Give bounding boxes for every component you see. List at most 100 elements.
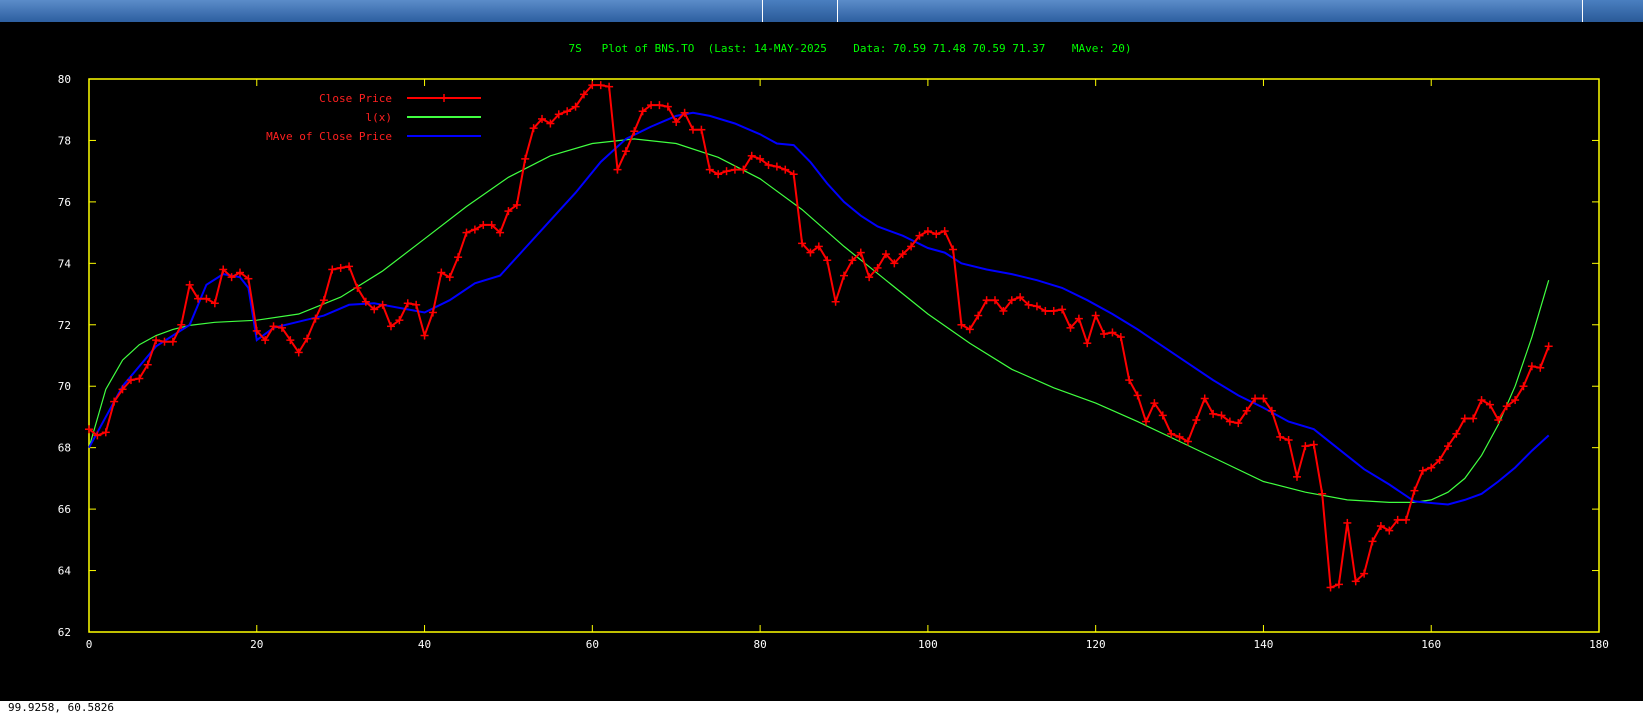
close-price-point: [168, 337, 177, 346]
line-chart: 7S Plot of BNS.TO (Last: 14-MAY-2025 Dat…: [58, 42, 1609, 651]
close-price-point: [1368, 537, 1377, 546]
close-price-point: [454, 253, 463, 262]
y-tick-label: 68: [58, 442, 71, 455]
series-layer: [85, 81, 1553, 592]
close-price-point: [613, 165, 622, 174]
titlebar-segment-main: [0, 0, 762, 22]
close-price-point: [1091, 311, 1100, 320]
x-tick-label: 180: [1589, 638, 1609, 651]
close-price-point: [596, 81, 605, 90]
close-price-point: [932, 230, 941, 239]
close-price-point: [1326, 583, 1335, 592]
close-price-point: [923, 227, 932, 236]
close-price-point: [1536, 363, 1545, 372]
close-price-point: [462, 228, 471, 237]
close-price-point: [1049, 306, 1058, 315]
close-price-point: [1100, 329, 1109, 338]
y-tick-label: 76: [58, 196, 71, 209]
close-price-point: [1200, 394, 1209, 403]
close-price-point: [345, 262, 354, 271]
close-price-point: [1334, 580, 1343, 589]
close-price-point: [1108, 328, 1117, 337]
close-price-point: [437, 268, 446, 277]
plot-canvas[interactable]: 7S Plot of BNS.TO (Last: 14-MAY-2025 Dat…: [0, 22, 1643, 701]
cursor-coordinate-readout: 99.9258, 60.5826: [8, 701, 114, 714]
close-price-point: [789, 170, 798, 179]
titlebar-segment-end[interactable]: [1583, 0, 1643, 22]
close-price-point: [1309, 440, 1318, 449]
series-line-l-x: [88, 138, 1550, 503]
close-price-point: [840, 271, 848, 280]
close-price-point: [982, 296, 991, 305]
close-price-point: [621, 147, 630, 156]
plot-frame: [88, 78, 1600, 633]
close-price-point: [949, 245, 958, 254]
close-price-point: [1343, 518, 1352, 527]
close-price-point: [663, 102, 672, 111]
x-tick-label: 20: [250, 638, 263, 651]
close-price-point: [705, 165, 714, 174]
close-price-point: [1527, 362, 1536, 371]
y-tick-label: 70: [58, 380, 71, 393]
close-price-point: [689, 125, 697, 134]
y-tick-label: 78: [58, 134, 71, 147]
close-price-point: [563, 107, 572, 116]
close-price-point: [1125, 376, 1134, 385]
close-price-point: [311, 314, 320, 323]
close-price-point: [470, 225, 479, 234]
x-tick-label: 40: [418, 638, 431, 651]
close-price-point: [412, 300, 421, 309]
close-price-point: [1276, 432, 1285, 441]
x-tick-label: 140: [1254, 638, 1274, 651]
chart-legend: Close Price l(x) MAve of Close Price: [266, 92, 481, 143]
x-tick-label: 100: [918, 638, 938, 651]
close-price-point: [1402, 515, 1411, 524]
status-bar: 99.9258, 60.5826: [0, 701, 1643, 714]
close-price-point: [1418, 466, 1427, 475]
close-price-point: [1477, 396, 1486, 405]
close-price-point: [210, 299, 219, 308]
close-price-point: [1318, 489, 1327, 498]
close-price-point: [655, 101, 664, 110]
close-price-point: [403, 299, 412, 308]
close-price-point: [772, 162, 781, 171]
close-price-point: [1083, 339, 1092, 348]
y-tick-label: 64: [58, 565, 72, 578]
close-price-point: [445, 273, 454, 282]
close-price-point: [831, 297, 840, 306]
window-titlebar: [0, 0, 1643, 22]
close-price-point: [940, 227, 949, 236]
close-price-point: [1410, 486, 1419, 495]
y-tick-label: 80: [58, 73, 71, 86]
close-price-point: [420, 331, 429, 340]
chart-title: 7S Plot of BNS.TO (Last: 14-MAY-2025 Dat…: [569, 42, 1132, 55]
close-price-point: [1133, 391, 1142, 400]
close-price-point: [1485, 400, 1494, 409]
x-tick-label: 60: [586, 638, 599, 651]
y-tick-label: 66: [58, 503, 71, 516]
x-tick-label: 80: [753, 638, 766, 651]
close-price-point: [605, 82, 614, 91]
legend-label: l(x): [366, 111, 393, 124]
legend-label: MAve of Close Price: [266, 130, 392, 143]
close-price-point: [378, 300, 387, 309]
series-line-mave-of-close-price: [88, 111, 1550, 506]
y-tick-label: 72: [58, 319, 71, 332]
titlebar-segment-right: [838, 0, 1582, 22]
close-price-point: [714, 170, 723, 179]
close-price-point: [1192, 416, 1201, 425]
x-tick-label: 120: [1086, 638, 1106, 651]
close-price-point: [1284, 435, 1293, 444]
y-tick-label: 62: [58, 626, 71, 639]
close-price-point: [1209, 409, 1218, 418]
close-price-point: [1469, 414, 1478, 423]
axis-ticks: 0 20 40 60 80 100 120 140 160 180 62 64 66 68 70 72 74 76…: [58, 73, 1609, 651]
close-price-point: [336, 263, 345, 272]
x-tick-label: 160: [1421, 638, 1441, 651]
titlebar-segment-tab[interactable]: [763, 0, 837, 22]
close-price-point: [479, 220, 488, 229]
close-price-point: [101, 428, 110, 437]
close-price-point: [1032, 302, 1041, 311]
close-price-point: [1116, 333, 1125, 342]
close-price-point: [957, 320, 966, 329]
